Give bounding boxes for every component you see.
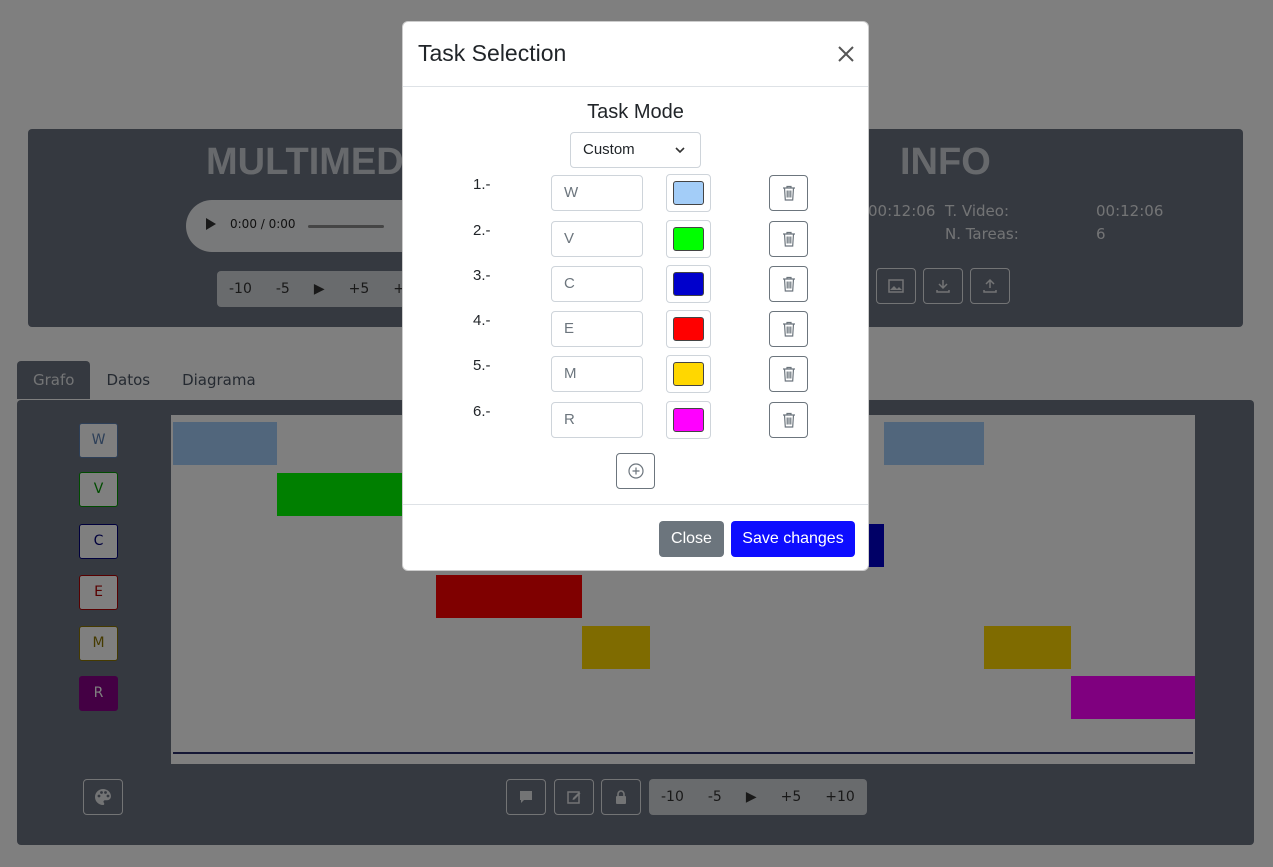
plus-circle-icon [627,463,644,479]
modal-title: Task Selection [418,40,567,66]
delete-task-button[interactable] [769,266,808,302]
delete-task-button[interactable] [769,311,808,347]
task-color-picker[interactable] [666,220,711,258]
close-button[interactable]: Close [659,521,724,557]
add-task-button[interactable] [616,453,655,489]
delete-task-button[interactable] [769,221,808,257]
save-changes-button[interactable]: Save changes [731,521,855,557]
task-row-number: 1.- [473,176,491,193]
task-mode-label: Task Mode [587,101,684,123]
color-swatch [673,181,704,205]
task-mode-select[interactable]: Custom [570,132,701,168]
chevron-down-icon [675,147,685,154]
delete-task-button[interactable] [769,356,808,392]
trash-icon [782,231,795,247]
task-color-picker[interactable] [666,355,711,393]
task-name-input[interactable]: R [551,402,643,438]
trash-icon [782,321,795,337]
trash-icon [782,276,795,292]
color-swatch [673,362,704,386]
task-name-input[interactable]: C [551,266,643,302]
task-row-number: 3.- [473,267,491,284]
task-color-picker[interactable] [666,174,711,212]
task-color-picker[interactable] [666,401,711,439]
close-icon[interactable] [836,44,856,64]
delete-task-button[interactable] [769,175,808,211]
task-name-input[interactable]: M [551,356,643,392]
task-row-number: 4.- [473,312,491,329]
task-name-input[interactable]: V [551,221,643,257]
color-swatch [673,227,704,251]
modal-header: Task Selection [403,22,868,87]
task-selection-modal: Task Selection Task Mode Custom 1.- W 2.… [402,21,869,571]
task-row-number: 5.- [473,357,491,374]
color-swatch [673,272,704,296]
modal-footer-divider [403,504,868,505]
color-swatch [673,408,704,432]
color-swatch [673,317,704,341]
task-color-picker[interactable] [666,265,711,303]
trash-icon [782,185,795,201]
task-mode-value: Custom [583,141,635,158]
task-row-number: 2.- [473,222,491,239]
delete-task-button[interactable] [769,402,808,438]
task-color-picker[interactable] [666,310,711,348]
trash-icon [782,366,795,382]
task-name-input[interactable]: W [551,175,643,211]
task-name-input[interactable]: E [551,311,643,347]
task-row-number: 6.- [473,403,491,420]
trash-icon [782,412,795,428]
